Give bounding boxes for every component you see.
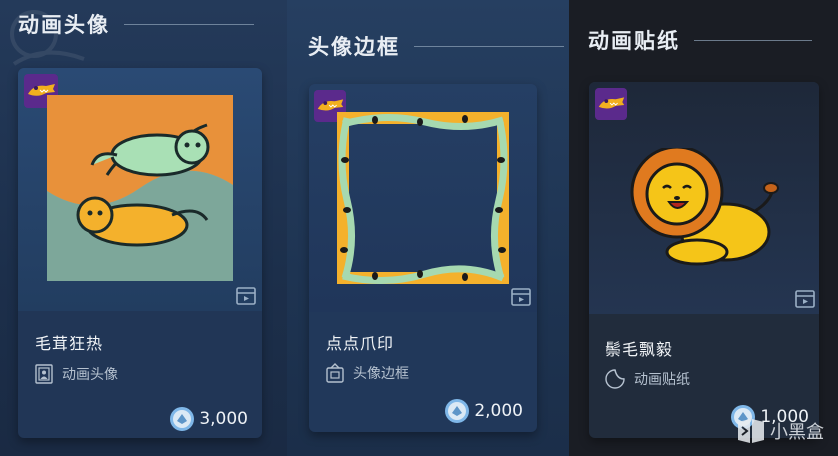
item-price: 3,000 <box>169 406 248 432</box>
item-price: 2,000 <box>444 398 523 424</box>
item-type-label: 头像边框 <box>353 366 409 382</box>
item-preview <box>309 84 537 312</box>
item-name: 毛茸狂热 <box>35 334 104 353</box>
item-name: 点点爪印 <box>326 334 395 353</box>
price-value: 3,000 <box>199 409 248 429</box>
yin-yang-cats-image <box>47 95 233 281</box>
points-coin-icon <box>170 407 195 431</box>
item-card-frame[interactable]: 点点爪印 头像边框 2,000 <box>309 84 537 432</box>
heybox-logo-icon <box>738 419 764 443</box>
section-header-frames: 头像边框 <box>308 31 564 61</box>
item-name: 鬃毛飘毅 <box>605 340 674 359</box>
section-title: 动画贴纸 <box>588 29 680 53</box>
sticker-icon <box>605 369 625 389</box>
section-title: 头像边框 <box>308 35 400 59</box>
section-divider <box>694 39 812 41</box>
section-title: 动画头像 <box>18 13 110 37</box>
paw-print-frame-image <box>337 112 509 284</box>
avatar-frame-icon <box>35 364 53 384</box>
item-card-sticker[interactable]: 鬃毛飘毅 动画贴纸 1,000 <box>589 82 819 438</box>
lion-sticker-image <box>630 148 779 266</box>
section-divider <box>124 23 254 25</box>
price-value: 2,000 <box>474 401 523 421</box>
section-divider <box>414 45 564 47</box>
item-preview <box>18 68 262 311</box>
item-type: 头像边框 <box>326 363 409 383</box>
item-type: 动画贴纸 <box>605 369 690 389</box>
section-header-stickers: 动画贴纸 <box>588 25 812 55</box>
watermark: 小黑盒 <box>736 418 824 444</box>
item-type: 动画头像 <box>35 364 118 384</box>
video-icon <box>795 290 815 308</box>
item-preview <box>589 82 819 314</box>
item-type-label: 动画头像 <box>62 367 118 383</box>
item-card-avatar[interactable]: 毛茸狂热 动画头像 3,000 <box>18 68 262 438</box>
video-icon <box>236 287 256 305</box>
item-type-label: 动画贴纸 <box>634 372 690 388</box>
crocodile-badge-icon <box>595 88 627 120</box>
watermark-text: 小黑盒 <box>770 422 824 443</box>
video-icon <box>511 288 531 306</box>
points-coin-icon <box>445 399 470 423</box>
frame-icon <box>326 363 344 383</box>
section-header-avatars: 动画头像 <box>18 9 254 39</box>
